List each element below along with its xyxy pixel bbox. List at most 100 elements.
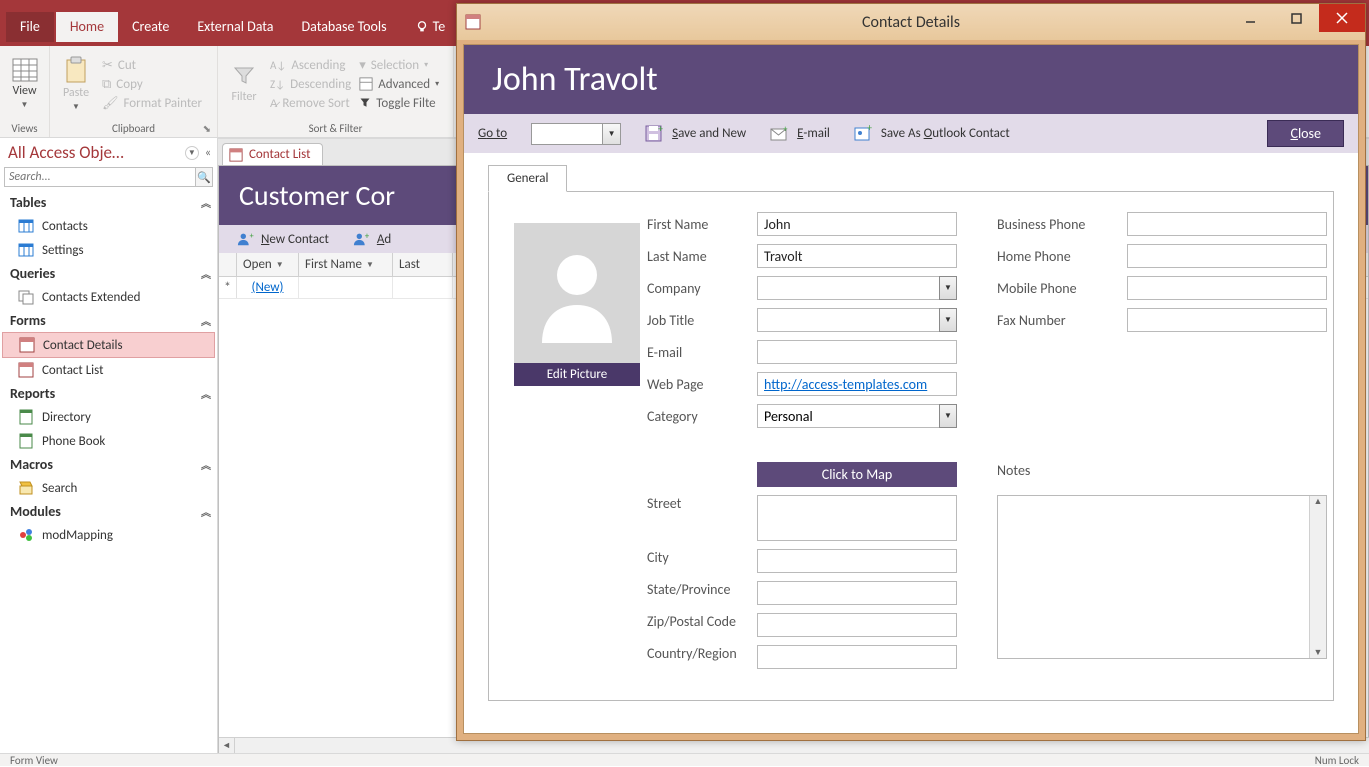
format-painter-button[interactable]: 🖌Format Painter xyxy=(102,96,202,111)
nav-item-contact-list[interactable]: Contact List xyxy=(0,358,217,382)
category-combo[interactable]: ▼ xyxy=(757,404,957,428)
tab-external-data[interactable]: External Data xyxy=(183,12,287,42)
mobile-phone-field[interactable] xyxy=(1127,276,1327,300)
scroll-left-icon[interactable]: ◄ xyxy=(219,738,235,753)
home-phone-field[interactable] xyxy=(1127,244,1327,268)
selection-button[interactable]: ▾Selection▾ xyxy=(359,58,439,73)
dialog-launcher-icon[interactable]: ⬊ xyxy=(203,122,211,135)
email-button[interactable]: + E-mail xyxy=(770,126,830,142)
chevron-down-icon[interactable]: ▼ xyxy=(602,124,620,144)
nav-item-phone-book[interactable]: Phone Book xyxy=(0,429,217,453)
nav-category-forms[interactable]: Forms︽ xyxy=(0,309,217,332)
chevron-down-icon[interactable]: ▼ xyxy=(939,404,957,428)
nav-item-modmapping[interactable]: modMapping xyxy=(0,523,217,547)
col-open[interactable]: Open▼ xyxy=(237,253,299,276)
chevron-down-icon[interactable]: ▼ xyxy=(939,276,957,300)
ascending-button[interactable]: A↓Ascending xyxy=(270,58,351,73)
descending-button[interactable]: Z↓Descending xyxy=(270,77,351,92)
first-name-field[interactable] xyxy=(757,212,957,236)
paste-button[interactable]: Paste ▼ xyxy=(54,48,98,120)
search-icon[interactable]: 🔍 xyxy=(195,167,213,187)
nav-item-contact-details[interactable]: Contact Details xyxy=(2,332,215,358)
tab-home[interactable]: Home xyxy=(56,12,118,42)
label-fax: Fax Number xyxy=(997,312,1127,329)
label-city: City xyxy=(647,549,757,566)
last-name-field[interactable] xyxy=(757,244,957,268)
job-title-combo[interactable]: ▼ xyxy=(757,308,957,332)
tab-tell-me[interactable]: Te xyxy=(401,12,460,42)
country-field[interactable] xyxy=(757,645,957,669)
company-combo[interactable]: ▼ xyxy=(757,276,957,300)
nav-category-macros[interactable]: Macros︽ xyxy=(0,453,217,476)
scroll-up-icon[interactable]: ▲ xyxy=(1314,496,1323,507)
nav-category-reports[interactable]: Reports︽ xyxy=(0,382,217,405)
nav-title[interactable]: All Access Obje… xyxy=(8,142,185,163)
new-link[interactable]: (New) xyxy=(252,280,284,295)
street-field[interactable] xyxy=(757,495,957,541)
row-selector-header[interactable] xyxy=(219,253,237,276)
chevron-down-icon[interactable]: ▼ xyxy=(939,308,957,332)
nav-search-input[interactable] xyxy=(4,167,195,187)
collapse-icon: ︽ xyxy=(201,195,211,210)
contact-avatar[interactable] xyxy=(514,223,640,363)
notes-scrollbar[interactable]: ▲▼ xyxy=(1309,496,1326,658)
save-as-outlook-button[interactable]: + Save As Outlook Contact xyxy=(854,125,1010,143)
new-contact-button[interactable]: + New Contact xyxy=(237,231,329,247)
close-button[interactable]: Close xyxy=(1267,120,1344,147)
business-phone-field[interactable] xyxy=(1127,212,1327,236)
status-bar: Form View Num Lock xyxy=(0,753,1369,766)
chevron-down-icon[interactable]: ▼ xyxy=(366,260,374,270)
nav-category-queries[interactable]: Queries︽ xyxy=(0,262,217,285)
webpage-field[interactable]: http://access-templates.com xyxy=(757,372,957,396)
toggle-filter-button[interactable]: Toggle Filte xyxy=(359,96,439,111)
click-to-map-button[interactable]: Click to Map xyxy=(757,462,957,487)
maximize-button[interactable] xyxy=(1273,4,1319,32)
dialog-titlebar[interactable]: Contact Details xyxy=(457,4,1365,40)
col-last-name[interactable]: Last xyxy=(393,253,453,276)
doc-tab-contact-list[interactable]: Contact List xyxy=(222,143,323,165)
cut-button[interactable]: ✂Cut xyxy=(102,58,202,73)
tab-general[interactable]: General xyxy=(488,165,567,192)
goto-combo[interactable]: ▼ xyxy=(531,123,621,145)
email-field[interactable] xyxy=(757,340,957,364)
collapse-icon: ︽ xyxy=(201,313,211,328)
nav-item-settings[interactable]: Settings xyxy=(0,238,217,262)
cut-label: Cut xyxy=(118,58,136,73)
close-window-button[interactable] xyxy=(1319,4,1365,32)
tab-database-tools[interactable]: Database Tools xyxy=(288,12,401,42)
tab-file[interactable]: File xyxy=(6,12,54,42)
tab-create[interactable]: Create xyxy=(118,12,183,42)
zip-field[interactable] xyxy=(757,613,957,637)
state-field[interactable] xyxy=(757,581,957,605)
col-first-name[interactable]: First Name▼ xyxy=(299,253,393,276)
city-field[interactable] xyxy=(757,549,957,573)
fax-field[interactable] xyxy=(1127,308,1327,332)
category-field[interactable] xyxy=(757,404,939,428)
nav-item-search[interactable]: Search xyxy=(0,476,217,500)
table-icon xyxy=(18,218,34,234)
save-and-new-button[interactable]: + Save and New xyxy=(645,125,746,143)
edit-picture-button[interactable]: Edit Picture xyxy=(514,363,640,386)
advanced-button[interactable]: Advanced▾ xyxy=(359,77,439,92)
cell[interactable] xyxy=(393,277,453,298)
nav-collapse-icon[interactable]: « xyxy=(203,146,213,160)
nav-item-directory[interactable]: Directory xyxy=(0,405,217,429)
nav-category-modules[interactable]: Modules︽ xyxy=(0,500,217,523)
remove-sort-button[interactable]: A̷Remove Sort xyxy=(270,96,351,111)
nav-item-contacts[interactable]: Contacts xyxy=(0,214,217,238)
copy-button[interactable]: ⧉Copy xyxy=(102,77,202,92)
nav-item-contacts-extended[interactable]: Contacts Extended xyxy=(0,285,217,309)
notes-field[interactable]: ▲▼ xyxy=(997,495,1327,659)
view-button[interactable]: View ▼ xyxy=(4,48,45,120)
scroll-down-icon[interactable]: ▼ xyxy=(1314,647,1323,658)
filter-button[interactable]: Filter xyxy=(222,48,266,120)
company-field[interactable] xyxy=(757,276,939,300)
nav-dropdown-icon[interactable]: ▼ xyxy=(185,146,199,160)
minimize-button[interactable] xyxy=(1227,4,1273,32)
job-title-field[interactable] xyxy=(757,308,939,332)
cell[interactable] xyxy=(299,277,393,298)
chevron-down-icon[interactable]: ▼ xyxy=(276,260,284,270)
webpage-link[interactable]: http://access-templates.com xyxy=(764,376,927,393)
nav-category-tables[interactable]: Tables︽ xyxy=(0,191,217,214)
add-from-outlook-button[interactable]: + Ad xyxy=(353,231,391,247)
